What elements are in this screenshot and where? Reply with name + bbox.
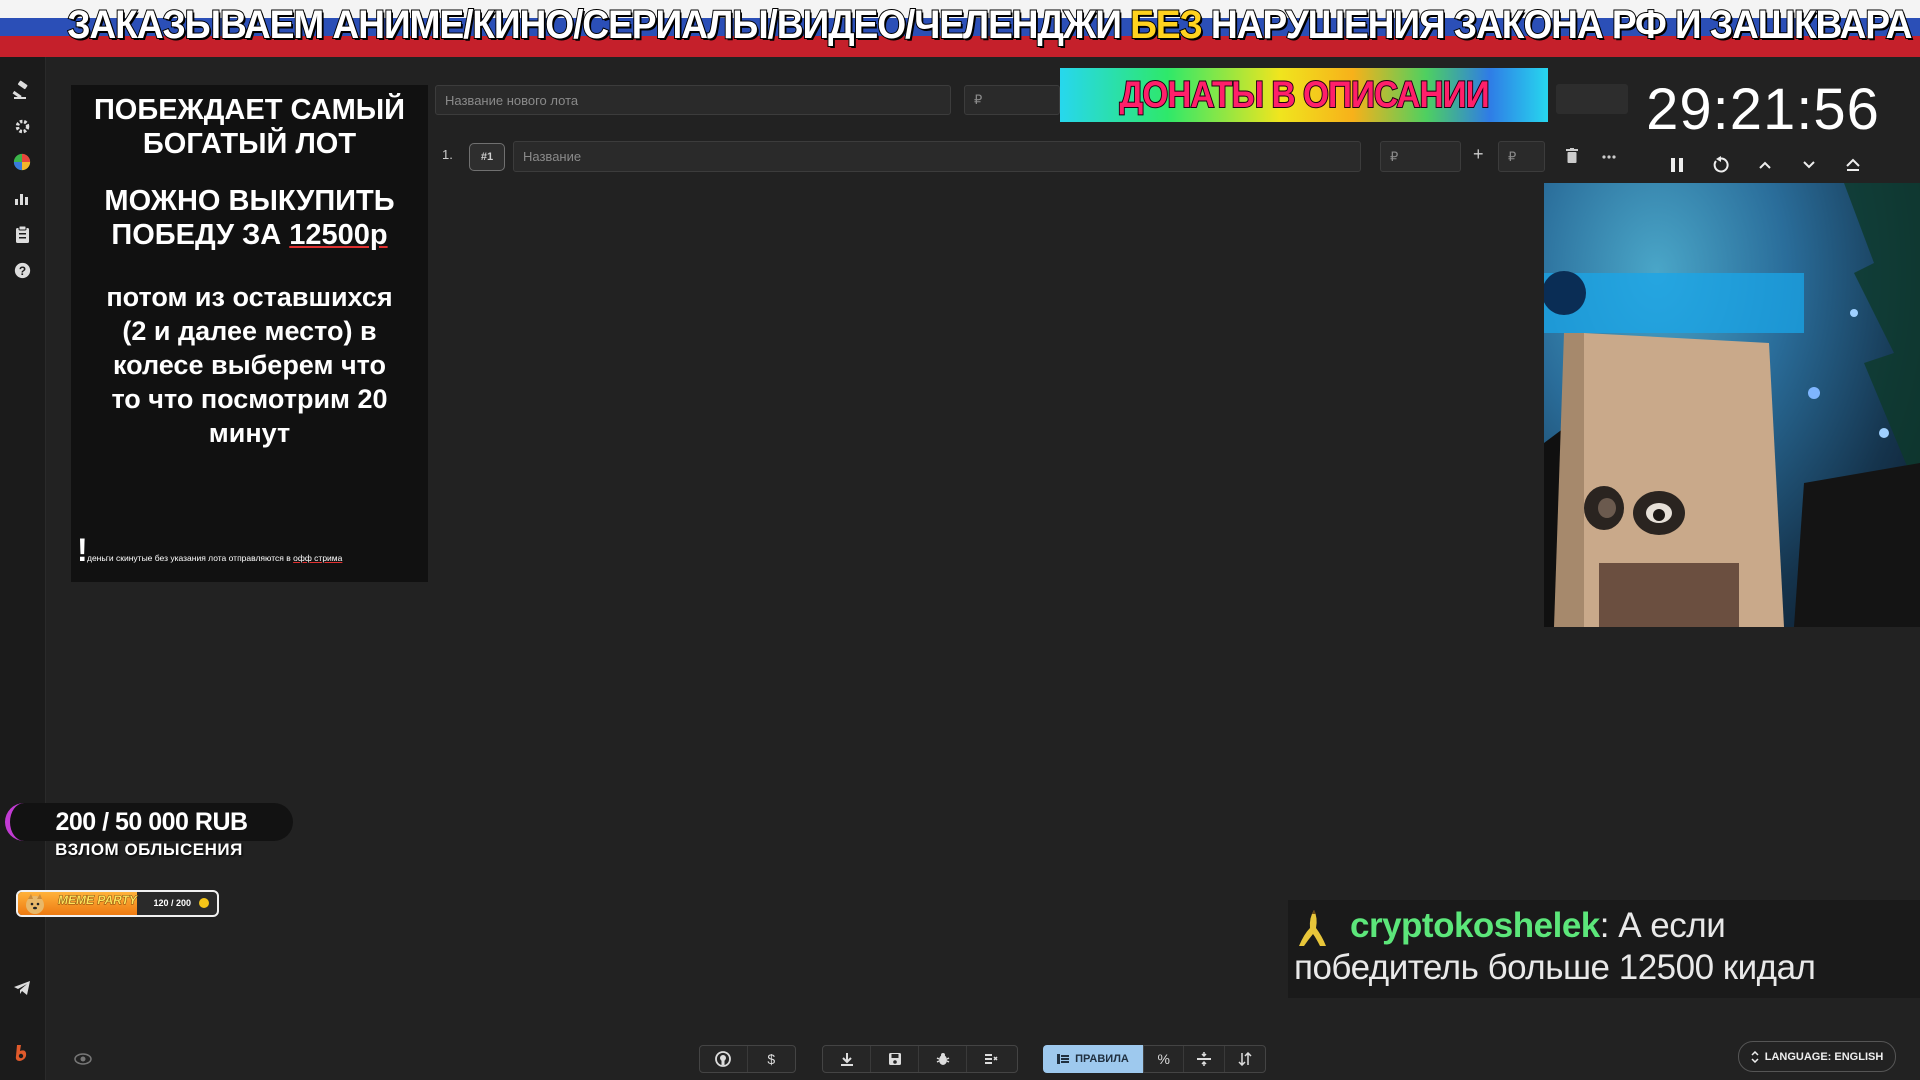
percent-icon[interactable]: % (1144, 1046, 1185, 1072)
language-label: LANGUAGE: ENGLISH (1764, 1050, 1884, 1063)
sort-icon[interactable] (1225, 1046, 1265, 1072)
rules-note: деньги скинутые без указания лота отправ… (87, 553, 343, 563)
rules-list-icon (1057, 1053, 1070, 1065)
new-lot-name-input[interactable]: Название нового лота (435, 85, 951, 115)
lot-name-input[interactable]: Название (513, 141, 1361, 172)
brand-logo-icon[interactable] (11, 1042, 33, 1064)
lot-index: 1. (442, 147, 453, 162)
timer-background-box (1556, 84, 1628, 114)
gear-icon[interactable] (11, 115, 33, 137)
bug-icon[interactable] (919, 1046, 967, 1072)
rules-buyout: МОЖНО ВЫКУПИТЬ ПОБЕДУ ЗА 12500р (104, 185, 395, 251)
rules-wheel: потом из оставшихся (2 и далее место) в … (106, 282, 393, 448)
banner-text: ЗАКАЗЫВАЕМ АНИМЕ/КИНО/СЕРИАЛЫ/ВИДЕО/ЧЕЛЕ… (66, 2, 1920, 48)
donation-goal-title: ВЗЛОМ ОБЛЫСЕНИЯ (55, 840, 243, 859)
chat-message: cryptokoshelek: А если победитель больше… (1288, 900, 1920, 998)
toolbar-group-tools: % (1143, 1045, 1266, 1073)
github-icon[interactable] (700, 1046, 748, 1072)
reset-icon[interactable] (1708, 152, 1734, 178)
eject-icon[interactable] (1840, 152, 1866, 178)
webcam-feed (1544, 183, 1920, 627)
chat-line-2: победитель больше 12500 кидал (1294, 948, 1816, 987)
donation-goal: 200 / 50 000 RUB (5, 803, 293, 841)
download-icon[interactable] (823, 1046, 871, 1072)
new-lot-amount-input[interactable]: ₽ (964, 85, 1060, 115)
eye-icon[interactable] (74, 1052, 92, 1066)
webcam-scene (1544, 183, 1920, 627)
pause-icon[interactable] (1664, 152, 1690, 178)
donate-banner: ДОНАТЫ В ОПИСАНИИ (1060, 68, 1548, 122)
save-icon[interactable] (871, 1046, 919, 1072)
bar-chart-icon[interactable] (11, 187, 33, 209)
gavel-icon[interactable] (11, 79, 33, 101)
add-amount-icon[interactable]: + (1473, 144, 1484, 165)
chat-username: cryptokoshelek (1350, 906, 1600, 945)
lot-amount-input[interactable]: ₽ (1380, 141, 1461, 172)
top-banner: ЗАКАЗЫВАЕМ АНИМЕ/КИНО/СЕРИАЛЫ/ВИДЕО/ЧЕЛЕ… (0, 0, 1920, 57)
more-options-icon[interactable] (1601, 149, 1617, 159)
list-delete-icon[interactable] (967, 1046, 1015, 1072)
lot-add-amount-input[interactable]: ₽ (1498, 141, 1545, 172)
dollar-icon[interactable]: $ (748, 1046, 796, 1072)
meme-party-count: 120 / 200 (153, 898, 191, 908)
doge-icon (24, 893, 46, 915)
svg-text:?: ? (18, 263, 25, 277)
coin-icon (199, 898, 209, 908)
meme-party-bar: MEME PARTY 120 / 200 (16, 890, 219, 917)
rules-heading: ПОБЕЖДАЕТ САМЫЙ БОГАТЫЙ ЛОТ (93, 94, 406, 160)
chevron-up-icon[interactable] (1752, 152, 1778, 178)
telegram-icon[interactable] (11, 977, 33, 999)
rules-panel: ПОБЕЖДАЕТ САМЫЙ БОГАТЫЙ ЛОТ МОЖНО ВЫКУПИ… (71, 85, 428, 582)
toolbar-group-actions (822, 1045, 1018, 1073)
language-selector[interactable]: LANGUAGE: ENGLISH (1738, 1041, 1896, 1072)
pie-chart-icon[interactable] (11, 151, 33, 173)
rules-button[interactable]: ПРАВИЛА (1043, 1045, 1143, 1073)
sidebar: ? (0, 57, 46, 1080)
rules-button-label: ПРАВИЛА (1075, 1053, 1129, 1065)
clipboard-icon[interactable] (11, 223, 33, 245)
lot-number-badge[interactable]: #1 (469, 143, 505, 171)
split-icon[interactable] (1184, 1046, 1225, 1072)
rules-exclamation: ! (77, 532, 88, 568)
help-icon[interactable]: ? (11, 259, 33, 281)
language-toggle-icon (1751, 1050, 1759, 1063)
toolbar-group-links: $ (699, 1045, 796, 1073)
delete-icon[interactable] (1566, 148, 1578, 163)
chat-line-1: cryptokoshelek: А если (1350, 906, 1726, 945)
chevron-down-icon[interactable] (1796, 152, 1822, 178)
banana-badge-icon (1296, 908, 1332, 948)
auction-timer: 29:21:56 (1646, 77, 1880, 142)
meme-party-label: MEME PARTY (58, 893, 138, 908)
